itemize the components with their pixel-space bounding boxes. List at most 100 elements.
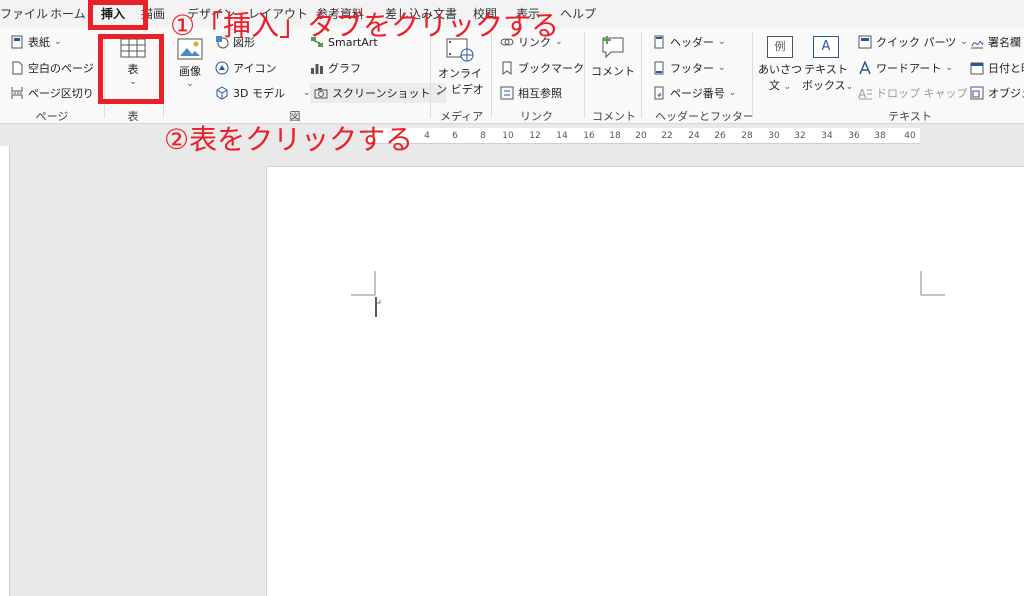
drop-cap-label: ドロップ キャップ <box>876 87 968 100</box>
calendar-icon <box>970 61 984 75</box>
step2-annotation: ②表をクリックする <box>164 123 414 156</box>
group-label-comments: コメント <box>592 110 636 123</box>
group-divider <box>752 32 753 118</box>
quick-parts-label: クイック パーツ <box>876 36 957 49</box>
drop-cap-icon: A <box>858 86 872 101</box>
quick-parts-button[interactable]: クイック パーツ ⌄ <box>858 32 968 52</box>
object-button[interactable]: オブジェク <box>970 83 1024 103</box>
chevron-down-icon: ⌄ <box>718 63 726 73</box>
group-divider <box>491 32 492 118</box>
ruler-tick: 26 <box>714 131 726 141</box>
margin-corner-marks <box>351 271 945 317</box>
footer-label: フッター <box>670 62 714 75</box>
tab-home[interactable]: ホーム <box>50 5 86 22</box>
svg-text:A: A <box>858 87 867 100</box>
ruler-tick: 6 <box>452 131 458 141</box>
object-icon <box>970 86 984 100</box>
horizontal-ruler[interactable]: 4 6 8 10 12 14 16 18 20 22 24 26 28 30 3… <box>368 128 920 144</box>
online-video-button[interactable]: オンライ ン ビデオ <box>436 38 484 97</box>
greeting-icon: 例 <box>767 36 793 58</box>
3d-models-label: 3D モデル <box>233 87 285 100</box>
signature-line-button[interactable]: 署名欄 <box>970 32 1021 52</box>
cross-reference-label: 相互参照 <box>518 87 562 100</box>
page-break-icon <box>10 86 24 100</box>
page-break-label: ページ区切り <box>28 87 94 100</box>
ruler-tick: 20 <box>635 131 647 141</box>
wordart-button[interactable]: ワードアート ⌄ <box>858 58 953 78</box>
3d-models-button[interactable]: 3D モデル ⌄ <box>215 83 311 103</box>
chart-label: グラフ <box>328 62 361 75</box>
textbox-label-line2: ボックス <box>802 79 846 92</box>
ruler-tick: 18 <box>609 131 621 141</box>
object-label: オブジェク <box>988 87 1024 100</box>
ruler-tick: 14 <box>556 131 568 141</box>
textbox-icon: A <box>813 36 839 58</box>
insert-tab-highlight <box>88 0 148 30</box>
header-icon <box>652 35 666 49</box>
group-divider <box>641 32 642 118</box>
textbox-label-line1: テキスト <box>804 63 848 76</box>
footer-button[interactable]: フッター ⌄ <box>652 58 726 78</box>
ruler-tick: 4 <box>424 131 430 141</box>
greeting-label-line2: 文 <box>768 79 780 92</box>
page-number-label: ページ番号 <box>670 87 725 100</box>
blank-page-label: 空白のページ <box>28 62 94 75</box>
picture-button[interactable]: 画像 ⌄ <box>170 38 210 89</box>
cover-page-icon <box>10 35 24 49</box>
cover-page-button[interactable]: 表紙 ⌄ <box>10 32 62 52</box>
screenshot-label: スクリーンショット <box>332 87 431 100</box>
chevron-down-icon: ⌄ <box>845 82 854 92</box>
ruler-tick: 36 <box>848 131 860 141</box>
bookmark-label: ブックマーク <box>518 62 584 75</box>
drop-cap-button[interactable]: A ドロップ キャップ⌄ <box>858 83 979 103</box>
ruler-tick: 40 <box>904 131 916 141</box>
page-number-button[interactable]: # ページ番号 ⌄ <box>652 83 736 103</box>
group-divider <box>430 32 431 118</box>
table-button-highlight <box>98 34 164 104</box>
group-label-links: リンク <box>520 110 553 123</box>
signature-line-label: 署名欄 <box>988 36 1021 49</box>
ruler-tick: 34 <box>821 131 833 141</box>
header-label: ヘッダー <box>670 36 714 49</box>
group-label-header-footer: ヘッダーとフッター <box>655 110 754 123</box>
page-number-icon: # <box>652 86 666 100</box>
comment-button[interactable]: コメント <box>590 34 636 79</box>
document-page[interactable] <box>266 166 1024 596</box>
icons-label: アイコン <box>233 62 277 75</box>
cross-reference-icon <box>500 86 514 100</box>
cross-reference-button[interactable]: 相互参照 <box>500 83 562 103</box>
group-label-table: 表 <box>127 110 139 123</box>
tab-file[interactable]: ファイル <box>0 5 48 22</box>
textbox-button[interactable]: A テキスト ボックス⌄ <box>802 36 853 93</box>
vertical-ruler[interactable] <box>0 146 10 596</box>
quick-parts-icon <box>858 35 872 49</box>
ruler-tick: 32 <box>794 131 806 141</box>
signature-icon <box>970 35 984 49</box>
cover-page-label: 表紙 <box>28 36 50 49</box>
date-time-button[interactable]: 日付と時 <box>970 58 1024 78</box>
comment-icon <box>602 36 624 59</box>
ruler-tick: 22 <box>661 131 673 141</box>
ruler-tick: 28 <box>741 131 753 141</box>
footer-icon <box>652 61 666 75</box>
header-button[interactable]: ヘッダー ⌄ <box>652 32 726 52</box>
icons-button[interactable]: アイコン <box>215 58 276 78</box>
blank-page-icon <box>10 61 24 75</box>
camera-icon <box>314 86 328 100</box>
ruler-tick: 24 <box>688 131 700 141</box>
online-video-label-line1: オンライ <box>438 67 482 80</box>
wordart-label: ワードアート <box>876 62 942 75</box>
blank-page-button[interactable]: 空白のページ <box>10 58 94 78</box>
tab-help[interactable]: ヘルプ <box>560 5 596 22</box>
chart-button[interactable]: グラフ <box>310 58 361 78</box>
bookmark-button[interactable]: ブックマーク <box>500 58 584 78</box>
page-break-button[interactable]: ページ区切り <box>10 83 94 103</box>
chevron-down-icon: ⌄ <box>945 63 953 73</box>
screenshot-button[interactable]: スクリーンショット ⌄ <box>310 83 446 103</box>
greeting-button[interactable]: 例 あいさつ 文 ⌄ <box>758 36 802 93</box>
ruler-tick: 30 <box>768 131 780 141</box>
icons-insert-icon <box>215 61 229 75</box>
cube-icon <box>215 86 229 100</box>
picture-label: 画像 <box>179 65 201 78</box>
comment-label: コメント <box>591 65 635 78</box>
